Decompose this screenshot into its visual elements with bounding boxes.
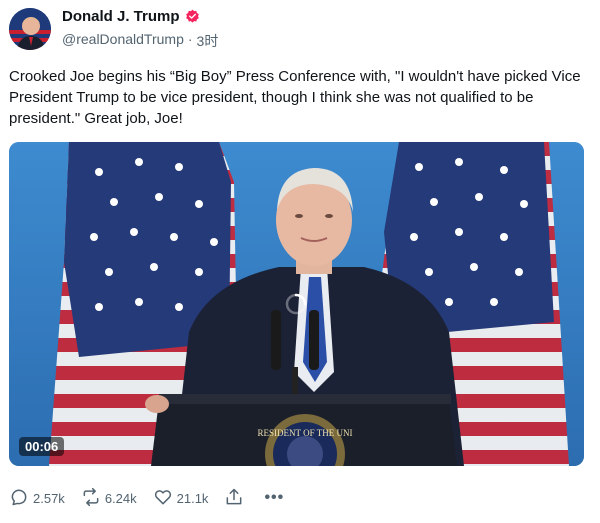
reply-button[interactable]: 2.57k (9, 487, 65, 510)
separator-dot: · (187, 31, 193, 47)
reply-icon (9, 487, 29, 510)
loading-spinner-icon (285, 293, 307, 315)
author-name-text[interactable]: Donald J. Trump (62, 8, 180, 25)
repost-icon (81, 487, 101, 510)
author-handle[interactable]: @realDonaldTrump (62, 31, 184, 51)
author-avatar[interactable] (9, 8, 51, 50)
repost-count: 6.24k (104, 490, 137, 506)
seal-lettering: RESIDENT OF THE UNI (258, 428, 353, 438)
repost-button[interactable]: 6.24k (81, 487, 137, 510)
video-player[interactable]: RESIDENT OF THE UNI 00:06 (9, 142, 584, 466)
reply-count: 2.57k (33, 490, 65, 506)
share-button[interactable] (224, 487, 244, 510)
author-name[interactable]: Donald J. Trump (62, 8, 200, 25)
post-timestamp[interactable]: 3时 (197, 31, 219, 51)
post-body-text: Crooked Joe begins his “Big Boy” Press C… (9, 68, 581, 127)
like-button[interactable]: 21.1k (153, 487, 209, 510)
like-count: 21.1k (176, 490, 209, 506)
video-duration-badge: 00:06 (19, 437, 65, 456)
more-icon[interactable]: ••• (264, 489, 284, 507)
verified-badge-icon (185, 9, 200, 24)
action-bar: 2.57k 6.24k 21.1k ••• (9, 484, 284, 512)
handle-row: @realDonaldTrump · 3时 (62, 31, 218, 51)
like-icon (153, 487, 173, 510)
post-card: Donald J. Trump @realDonaldTrump · 3时 Cr… (0, 0, 600, 523)
share-icon (224, 487, 244, 510)
